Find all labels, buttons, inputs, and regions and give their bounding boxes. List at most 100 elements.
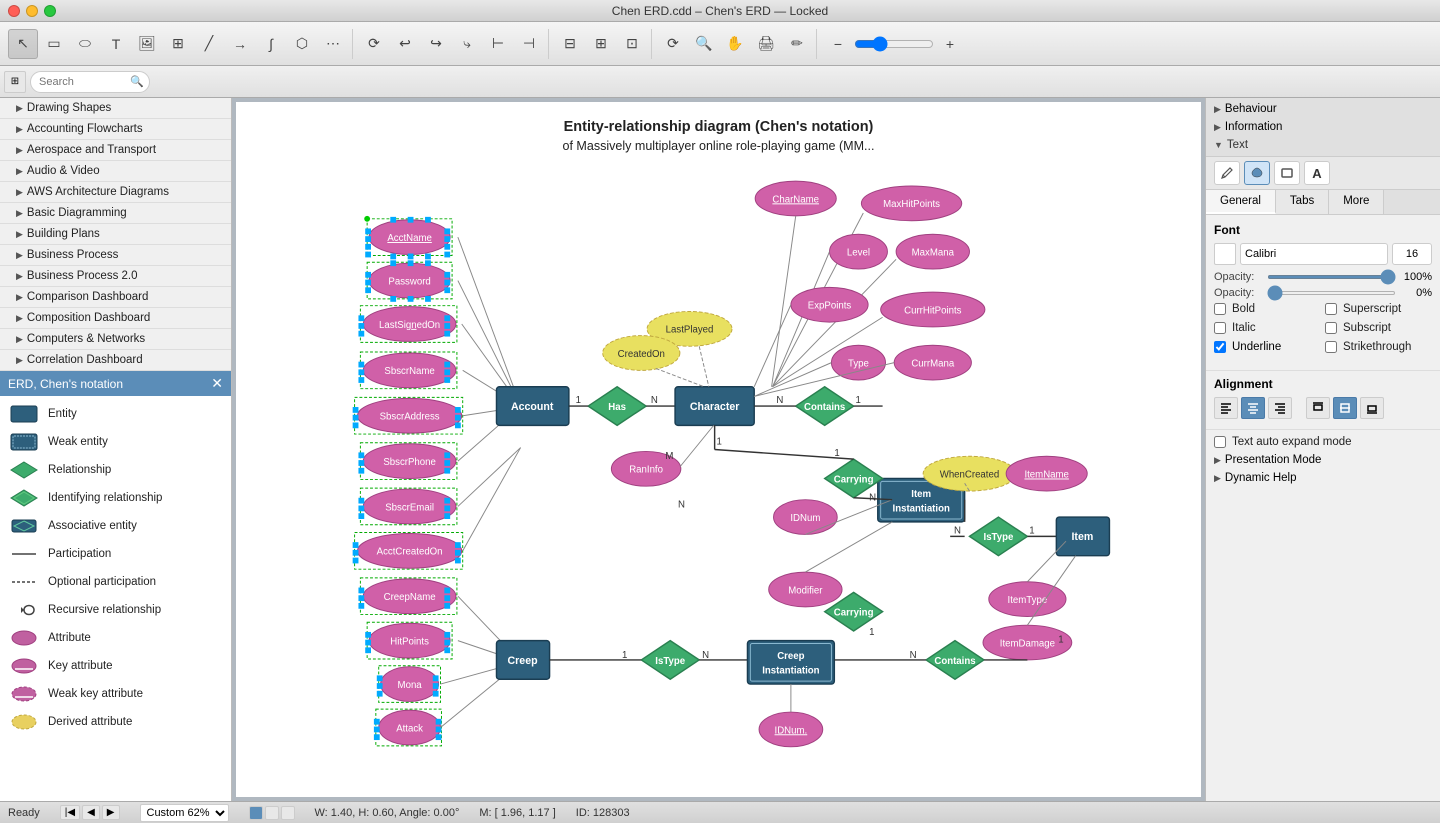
fit-page-tool[interactable]: ⊡ bbox=[617, 29, 647, 59]
sidebar-item-aerospace[interactable]: ▶Aerospace and Transport bbox=[0, 140, 231, 161]
node-idnum-char[interactable]: IDNum bbox=[774, 500, 838, 535]
node-level[interactable]: Level bbox=[830, 234, 888, 269]
refresh-tool[interactable]: ⟳ bbox=[658, 29, 688, 59]
rectangle-tool[interactable]: ▭ bbox=[39, 29, 69, 59]
ellipse-tool[interactable]: ⬭ bbox=[70, 29, 100, 59]
node-sbscrname[interactable]: SbscrName bbox=[358, 352, 456, 389]
node-character[interactable]: Character bbox=[675, 387, 754, 426]
node-creep[interactable]: Creep bbox=[496, 641, 549, 680]
sidebar-item-basic[interactable]: ▶Basic Diagramming bbox=[0, 203, 231, 224]
opacity2-slider[interactable] bbox=[1267, 291, 1396, 295]
zoom-page-tool[interactable]: ⊟ bbox=[555, 29, 585, 59]
node-contains-right[interactable]: Contains bbox=[796, 387, 854, 426]
sidebar-item-comparison[interactable]: ▶Comparison Dashboard bbox=[0, 287, 231, 308]
text-auto-expand-checkbox[interactable] bbox=[1214, 436, 1226, 448]
zoom-plus[interactable]: + bbox=[935, 29, 965, 59]
node-item[interactable]: Item bbox=[1056, 517, 1109, 556]
node-istype-bottom[interactable]: IsType bbox=[641, 641, 699, 680]
back-tool[interactable]: ↩ bbox=[390, 29, 420, 59]
maximize-button[interactable] bbox=[44, 5, 56, 17]
bold-checkbox[interactable] bbox=[1214, 303, 1226, 315]
font-size-input[interactable] bbox=[1392, 243, 1432, 265]
node-whencreated[interactable]: WhenCreated bbox=[923, 456, 1016, 491]
bezier-tool[interactable]: ∫ bbox=[256, 29, 286, 59]
more-shapes-tool[interactable]: ⋯ bbox=[318, 29, 348, 59]
node-createdon[interactable]: CreatedOn bbox=[603, 336, 680, 371]
node-maxhitpoints[interactable]: MaxHitPoints bbox=[861, 186, 961, 221]
node-mona[interactable]: Mona bbox=[377, 666, 441, 703]
format-border-btn[interactable] bbox=[1274, 161, 1300, 185]
sidebar-item-aws[interactable]: ▶AWS Architecture Diagrams bbox=[0, 182, 231, 203]
shape-entity[interactable]: Entity bbox=[0, 400, 231, 428]
pan-btn[interactable]: ✋ bbox=[720, 29, 750, 59]
tree-behaviour[interactable]: ▶ Behaviour bbox=[1206, 100, 1440, 118]
align-center-btn[interactable] bbox=[1241, 397, 1265, 419]
page-btn-1[interactable] bbox=[249, 806, 263, 820]
tab-general[interactable]: General bbox=[1206, 190, 1276, 214]
tab-tabs[interactable]: Tabs bbox=[1276, 190, 1329, 214]
sidebar-item-audio[interactable]: ▶Audio & Video bbox=[0, 161, 231, 182]
shape-attribute[interactable]: Attribute bbox=[0, 624, 231, 652]
sidebar-item-accounting[interactable]: ▶Accounting Flowcharts bbox=[0, 119, 231, 140]
select-tool[interactable]: ↖ bbox=[8, 29, 38, 59]
align-left-tool[interactable]: ⊢ bbox=[483, 29, 513, 59]
opacity1-slider[interactable] bbox=[1267, 275, 1396, 279]
node-has[interactable]: Has bbox=[588, 387, 646, 426]
node-sbscraddress[interactable]: SbscrAddress bbox=[353, 397, 463, 434]
arrow-tool[interactable]: → bbox=[225, 29, 255, 59]
shape-associative-entity[interactable]: Associative entity bbox=[0, 512, 231, 540]
node-modifier[interactable]: Modifier bbox=[769, 572, 842, 607]
align-right-tool[interactable]: ⊣ bbox=[514, 29, 544, 59]
subscript-checkbox[interactable] bbox=[1325, 322, 1337, 334]
node-currmana[interactable]: CurrMana bbox=[894, 345, 971, 380]
shape-relationship[interactable]: Relationship bbox=[0, 456, 231, 484]
node-password[interactable]: Password bbox=[365, 260, 452, 302]
node-creername[interactable]: CreepName bbox=[358, 578, 456, 615]
node-account[interactable]: Account bbox=[496, 387, 568, 426]
canvas-area[interactable]: Entity-relationship diagram (Chen's nota… bbox=[232, 98, 1205, 801]
node-currhitpoints[interactable]: CurrHitPoints bbox=[881, 292, 985, 327]
text-tool[interactable]: T bbox=[101, 29, 131, 59]
nav-prev[interactable]: ◀ bbox=[82, 805, 100, 820]
superscript-checkbox[interactable] bbox=[1325, 303, 1337, 315]
align-top-btn[interactable] bbox=[1306, 397, 1330, 419]
nav-first[interactable]: |◀ bbox=[60, 805, 80, 820]
format-pencil-btn[interactable] bbox=[1214, 161, 1240, 185]
shape-identifying-relationship[interactable]: Identifying relationship bbox=[0, 484, 231, 512]
sidebar-item-correlation[interactable]: ▶Correlation Dashboard bbox=[0, 350, 231, 371]
sidebar-item-building[interactable]: ▶Building Plans bbox=[0, 224, 231, 245]
tree-information[interactable]: ▶ Information bbox=[1206, 118, 1440, 136]
node-sbscremail[interactable]: SbscrEmail bbox=[358, 488, 456, 525]
font-family-select[interactable]: Calibri Arial Times New Roman bbox=[1240, 243, 1388, 265]
sidebar-item-business-process-2[interactable]: ▶Business Process 2.0 bbox=[0, 266, 231, 287]
node-lastsignedon[interactable]: LastSignedOn bbox=[358, 306, 456, 343]
zoom-minus[interactable]: − bbox=[823, 29, 853, 59]
align-middle-btn[interactable] bbox=[1333, 397, 1357, 419]
underline-checkbox[interactable] bbox=[1214, 341, 1226, 353]
tree-text[interactable]: ▼ Text bbox=[1206, 136, 1440, 154]
zoom-select-tool[interactable]: ⊞ bbox=[586, 29, 616, 59]
zoom-select[interactable]: Custom 62% 50% 75% 100% 150% bbox=[140, 804, 229, 822]
erd-section-close[interactable]: ✕ bbox=[211, 375, 223, 392]
node-creep-instantiation[interactable]: Creep Instantiation bbox=[747, 641, 834, 684]
node-idnum-creep[interactable]: IDNum. bbox=[759, 712, 823, 747]
shape-participation[interactable]: Participation bbox=[0, 540, 231, 568]
page-btn-3[interactable] bbox=[281, 806, 295, 820]
align-left-btn[interactable] bbox=[1214, 397, 1238, 419]
diagram-canvas[interactable]: Entity-relationship diagram (Chen's nota… bbox=[236, 102, 1201, 797]
sidebar-item-business-process[interactable]: ▶Business Process bbox=[0, 245, 231, 266]
node-itemname[interactable]: ItemName bbox=[1006, 456, 1087, 491]
node-exppoints[interactable]: ExpPoints bbox=[791, 287, 868, 322]
node-istype-top[interactable]: IsType bbox=[969, 517, 1027, 556]
shape-derived-attribute[interactable]: Derived attribute bbox=[0, 708, 231, 736]
italic-checkbox[interactable] bbox=[1214, 322, 1226, 334]
shape-optional-participation[interactable]: Optional participation bbox=[0, 568, 231, 596]
align-bottom-btn[interactable] bbox=[1360, 397, 1384, 419]
strikethrough-checkbox[interactable] bbox=[1325, 341, 1337, 353]
node-charname[interactable]: CharName bbox=[755, 181, 836, 216]
zoom-slider[interactable] bbox=[854, 36, 934, 52]
format-text-btn[interactable]: A bbox=[1304, 161, 1330, 185]
node-contains-bottom[interactable]: Contains bbox=[926, 641, 984, 680]
minimize-button[interactable] bbox=[26, 5, 38, 17]
shape-key-attribute[interactable]: Key attribute bbox=[0, 652, 231, 680]
